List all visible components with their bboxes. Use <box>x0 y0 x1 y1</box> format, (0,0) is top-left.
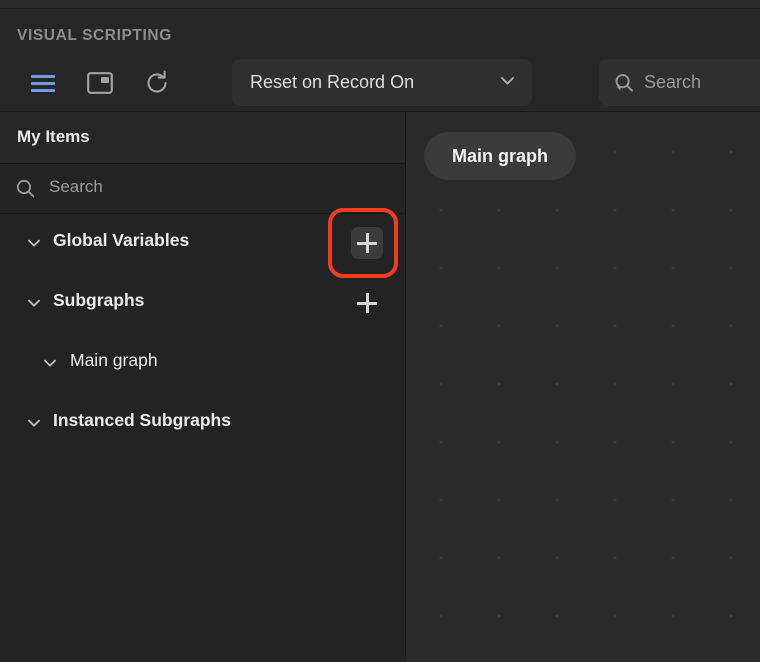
items-tree: Global Variables Subgraphs Main graph In… <box>0 213 405 453</box>
graph-breadcrumb-pill[interactable]: Main graph <box>424 132 577 180</box>
tree-row-subgraphs[interactable]: Subgraphs <box>0 273 405 333</box>
chevron-down-icon[interactable] <box>42 355 58 371</box>
tree-row-main-graph[interactable]: Main graph <box>0 333 405 393</box>
panel-search-input[interactable]: Search <box>0 163 405 214</box>
tree-row-label: Subgraphs <box>53 290 145 310</box>
tree-row-label: Instanced Subgraphs <box>53 410 231 430</box>
overlay-window-icon[interactable] <box>80 64 120 102</box>
panel-search-placeholder: Search <box>49 177 103 196</box>
toolbar-search-input[interactable]: Search <box>599 59 760 106</box>
chevron-down-icon <box>501 77 514 85</box>
tree-row-instanced-subgraphs[interactable]: Instanced Subgraphs <box>0 393 405 453</box>
tree-row-global-variables[interactable]: Global Variables <box>0 213 405 273</box>
graph-canvas[interactable]: Main graph <box>406 112 760 662</box>
toolbar-search-placeholder: Search <box>644 72 702 92</box>
reset-mode-dropdown-value: Reset on Record On <box>250 72 415 92</box>
plus-icon <box>357 293 377 313</box>
hamburger-lines <box>31 71 55 96</box>
graph-breadcrumb-label: Main graph <box>452 145 549 166</box>
tree-row-label: Global Variables <box>53 230 190 250</box>
chevron-down-icon[interactable] <box>26 235 42 251</box>
search-icon <box>16 179 35 198</box>
window-top-strip <box>0 0 760 9</box>
search-icon <box>615 74 633 92</box>
window-header: VISUAL SCRIPTING <box>0 9 760 56</box>
subgraphs-add-button[interactable] <box>351 287 383 319</box>
my-items-panel: My Items Search Global Variables Subgrap… <box>0 112 406 662</box>
reset-mode-dropdown[interactable]: Reset on Record On <box>232 59 532 106</box>
visual-scripting-window: VISUAL SCRIPTING Reset on Record On Sear… <box>0 0 760 662</box>
overlay-window-glyph <box>87 72 113 94</box>
plus-icon <box>357 233 377 253</box>
global-variables-add-button[interactable] <box>351 227 383 259</box>
window-title: VISUAL SCRIPTING <box>17 27 172 44</box>
chevron-down-icon[interactable] <box>26 295 42 311</box>
refresh-icon[interactable] <box>137 64 177 102</box>
refresh-glyph <box>147 70 167 93</box>
tree-row-label: Main graph <box>70 350 158 370</box>
page-title: My Items <box>17 127 90 146</box>
my-items-panel-header: My Items <box>0 112 405 164</box>
chevron-down-icon[interactable] <box>26 415 42 431</box>
hamburger-menu-icon[interactable] <box>23 64 63 102</box>
